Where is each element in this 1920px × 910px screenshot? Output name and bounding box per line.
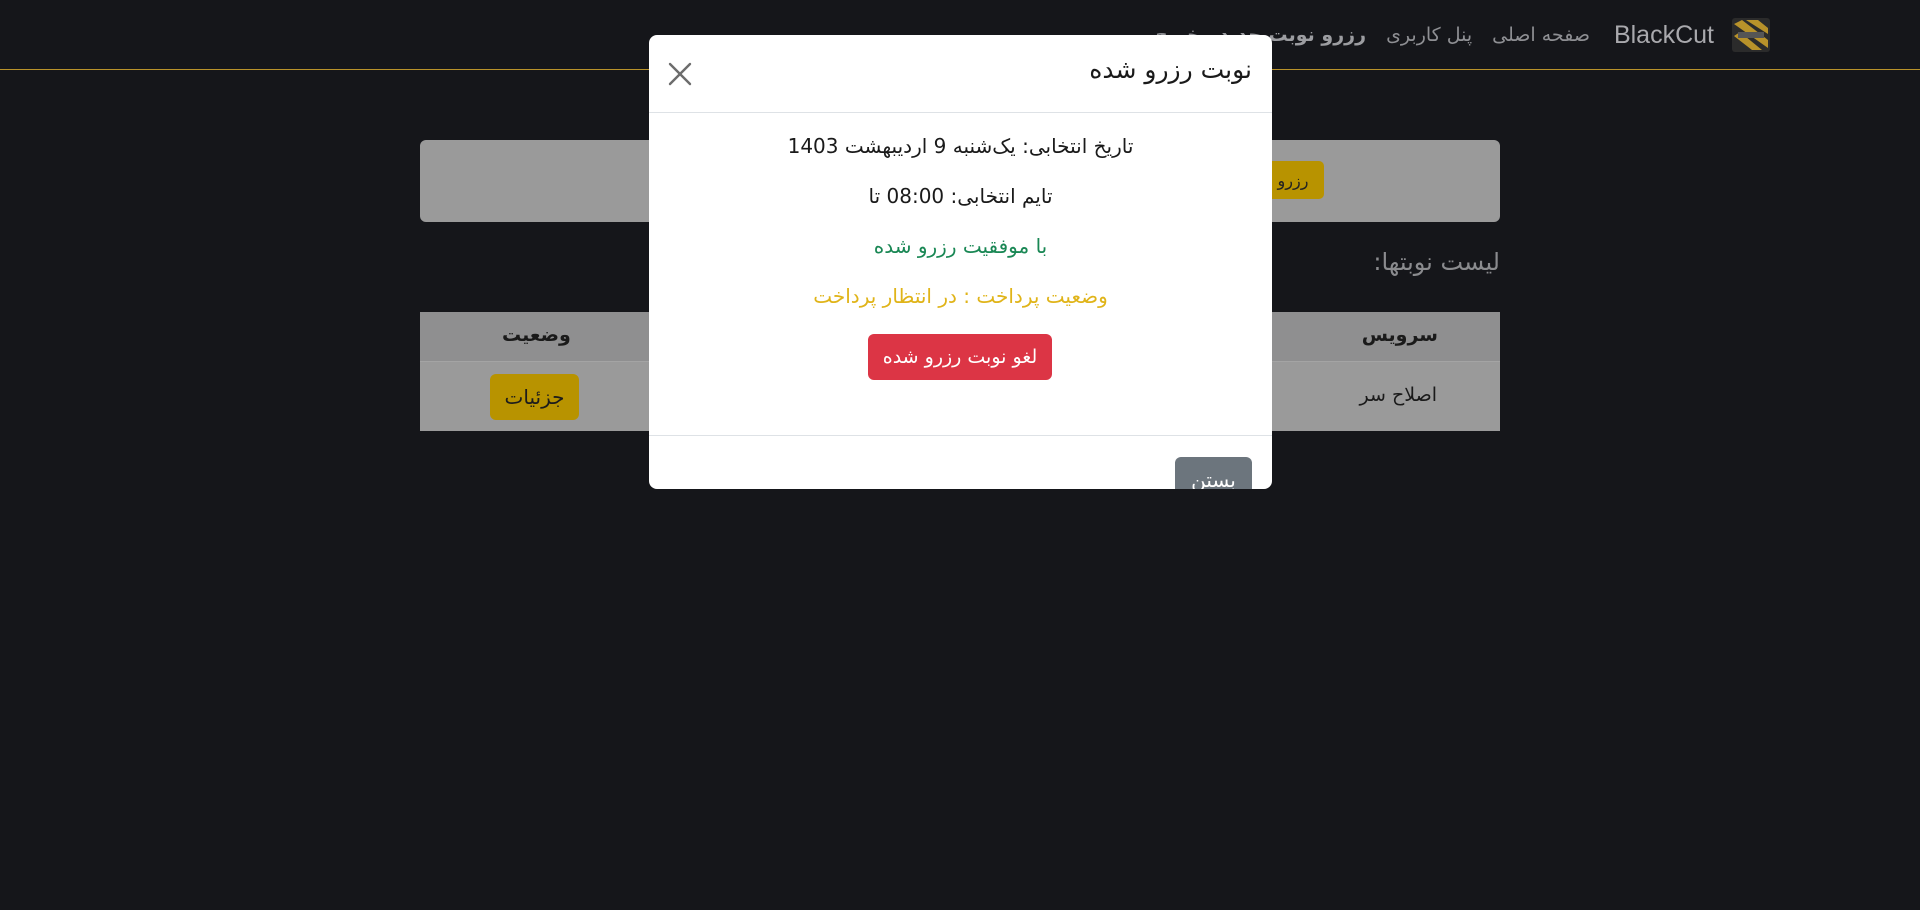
column-header-service: سرویس (1361, 324, 1438, 346)
cell-service: اصلاح سر (1359, 384, 1437, 406)
modal-body: تاریخ انتخابی: یک‌شنبه 9 اردیبهشت 1403 ت… (649, 113, 1272, 436)
close-button[interactable]: بستن (1175, 457, 1252, 489)
modal-footer: بستن (649, 437, 1272, 489)
close-icon[interactable] (665, 59, 695, 89)
brand[interactable]: BlackCut (1614, 18, 1770, 52)
appointments-list-title: لیست نوبتها: (1373, 248, 1500, 276)
selected-time: تایم انتخابی: 08:00 تا (868, 184, 1053, 208)
brand-name: BlackCut (1613, 20, 1714, 49)
nav-link-user-panel[interactable]: پنل کاربری (1386, 24, 1472, 46)
cancel-reservation-button[interactable]: لغو نوبت رزرو شده (868, 334, 1052, 380)
success-message: با موفقیت رزرو شده (873, 234, 1048, 258)
details-button[interactable]: جزئیات (490, 374, 579, 420)
payment-status: وضعیت پرداخت : در انتظار پرداخت (813, 284, 1108, 308)
reservation-modal: نوبت رزرو شده تاریخ انتخابی: یک‌شنبه 9 ا… (649, 35, 1272, 489)
column-header-status: وضعیت (502, 324, 571, 346)
modal-header: نوبت رزرو شده (649, 35, 1272, 113)
nav-link-home[interactable]: صفحه اصلی (1492, 24, 1590, 46)
brand-logo-icon (1732, 18, 1770, 52)
selected-date: تاریخ انتخابی: یک‌شنبه 9 اردیبهشت 1403 (787, 134, 1134, 158)
modal-title: نوبت رزرو شده (1089, 55, 1252, 84)
